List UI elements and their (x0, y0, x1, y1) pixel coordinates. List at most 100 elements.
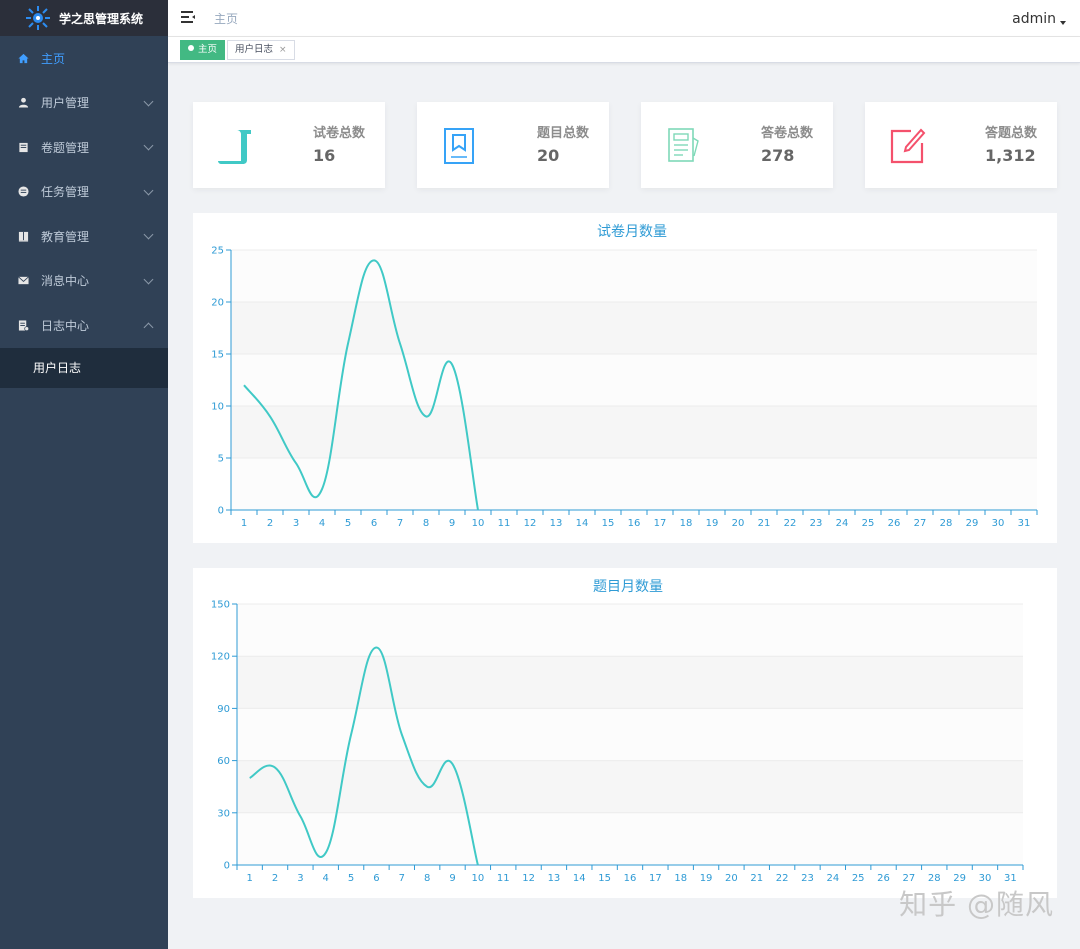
x-tick-label: 2 (272, 873, 278, 884)
x-tick-label: 18 (674, 873, 687, 884)
log-icon (18, 320, 29, 331)
stat-value: 20 (537, 146, 560, 165)
x-tick-label: 19 (706, 518, 719, 529)
split-area (237, 656, 1023, 709)
chevron-down-icon (143, 185, 154, 196)
sidebar-item-task-management[interactable]: 任务管理 (0, 170, 168, 215)
split-area (237, 604, 1023, 657)
tags-view: 主页 用户日志 × (168, 37, 1080, 63)
x-tick-label: 16 (624, 873, 637, 884)
x-tick-label: 4 (323, 873, 329, 884)
x-tick-label: 14 (573, 873, 586, 884)
y-tick-label: 90 (217, 704, 230, 715)
x-tick-label: 7 (399, 873, 405, 884)
navbar: 主页 admin (168, 0, 1080, 37)
x-tick-label: 15 (602, 518, 615, 529)
x-tick-label: 3 (293, 518, 299, 529)
chart-title: 题目月数量 (593, 579, 663, 595)
x-tick-label: 26 (888, 518, 901, 529)
split-area (231, 458, 1037, 510)
x-tick-label: 8 (423, 518, 429, 529)
sidebar-item-paper-management[interactable]: 卷题管理 (0, 125, 168, 170)
x-tick-label: 20 (725, 873, 738, 884)
x-tick-label: 18 (680, 518, 693, 529)
active-dot-icon (188, 45, 194, 51)
chevron-up-icon (143, 322, 154, 333)
caret-down-icon (1060, 21, 1066, 25)
x-tick-label: 11 (497, 873, 510, 884)
y-tick-label: 25 (211, 246, 224, 257)
x-tick-label: 31 (1018, 518, 1031, 529)
x-tick-label: 11 (498, 518, 511, 529)
x-tick-label: 1 (241, 518, 247, 529)
book-icon (18, 231, 29, 242)
user-icon (18, 98, 29, 108)
x-tick-label: 25 (852, 873, 865, 884)
x-tick-label: 27 (914, 518, 927, 529)
scroll-icon (218, 130, 251, 164)
stat-card-papers[interactable]: 试卷总数 16 (193, 102, 385, 188)
hamburger-toggle-icon[interactable] (181, 11, 195, 23)
watermark: 知乎 @随风 (899, 888, 1054, 921)
tag-user-log[interactable]: 用户日志 × (227, 40, 295, 60)
chevron-down-icon (143, 229, 154, 240)
chart-title: 试卷月数量 (597, 224, 667, 240)
chevron-down-icon (143, 140, 154, 151)
home-icon (18, 53, 29, 63)
sidebar-item-home[interactable]: 主页 (0, 36, 168, 81)
x-tick-label: 28 (940, 518, 953, 529)
y-tick-label: 150 (211, 600, 230, 611)
task-icon (18, 186, 29, 197)
x-tick-label: 5 (348, 873, 354, 884)
documents-icon (668, 128, 699, 162)
y-tick-label: 10 (211, 402, 224, 413)
y-tick-label: 120 (211, 652, 230, 663)
stat-value: 1,312 (985, 146, 1036, 165)
x-tick-label: 10 (472, 873, 485, 884)
tag-label: 主页 (198, 44, 218, 55)
x-tick-label: 25 (862, 518, 875, 529)
x-tick-label: 2 (267, 518, 273, 529)
sidebar-item-label: 消息中心 (41, 274, 90, 289)
x-tick-label: 9 (449, 518, 455, 529)
x-tick-label: 7 (397, 518, 403, 529)
tag-home[interactable]: 主页 (180, 40, 226, 60)
x-tick-label: 12 (522, 873, 535, 884)
y-tick-label: 15 (211, 350, 224, 361)
sidebar-item-label: 日志中心 (41, 318, 90, 333)
stat-card-questions[interactable]: 题目总数 20 (417, 102, 609, 188)
chart-panel-papers: 试卷月数量 0 5 10 15 20 25 1 2 3 4 5 6 7 8 9 10 11 12 13 14 15 16 17… (193, 213, 1057, 543)
line-chart-questions: 题目月数量03060901201501 2 3 4 5 6 7 8 9 10 11 12 13 14 15 1… (211, 579, 1024, 884)
x-tick-label: 13 (548, 873, 561, 884)
x-tick-label: 24 (826, 873, 839, 884)
edit-icon (890, 128, 926, 164)
app-logo[interactable]: 学之思管理系统 (0, 0, 168, 36)
sidebar-item-message-center[interactable]: 消息中心 (0, 259, 168, 304)
split-area (231, 250, 1037, 302)
user-dropdown[interactable]: admin (1012, 11, 1066, 27)
sidebar-item-log-center[interactable]: 日志中心 (0, 303, 168, 348)
sidebar-item-user-management[interactable]: 用户管理 (0, 81, 168, 126)
split-area (237, 760, 1023, 813)
sidebar-item-education-management[interactable]: 教育管理 (0, 214, 168, 259)
y-tick-label: 0 (224, 861, 230, 872)
close-icon[interactable]: × (279, 45, 287, 55)
stat-card-answer-sheets[interactable]: 答卷总数 278 (641, 102, 833, 188)
line-chart-papers: 试卷月数量05101520251 2 3 4 5 6 7 8 9 10 11 12 13 14 15 16 17… (211, 224, 1038, 529)
sidebar-subitem-user-log[interactable]: 用户日志 (0, 347, 168, 388)
stat-card-answers[interactable]: 答题总数 1,312 (865, 102, 1057, 188)
x-tick-label: 13 (550, 518, 563, 529)
sidebar-item-label: 卷题管理 (41, 140, 90, 155)
x-tick-label: 22 (776, 873, 789, 884)
x-tick-label: 9 (449, 873, 455, 884)
chevron-down-icon (143, 96, 154, 107)
breadcrumb[interactable]: 主页 (214, 10, 238, 27)
paper-icon (19, 142, 28, 152)
tag-label: 用户日志 (235, 44, 274, 55)
x-tick-label: 6 (373, 873, 379, 884)
username: admin (1012, 11, 1056, 27)
x-tick-label: 17 (654, 518, 667, 529)
bookmark-book-icon (444, 128, 474, 164)
split-area (231, 406, 1037, 458)
x-tick-label: 24 (836, 518, 849, 529)
